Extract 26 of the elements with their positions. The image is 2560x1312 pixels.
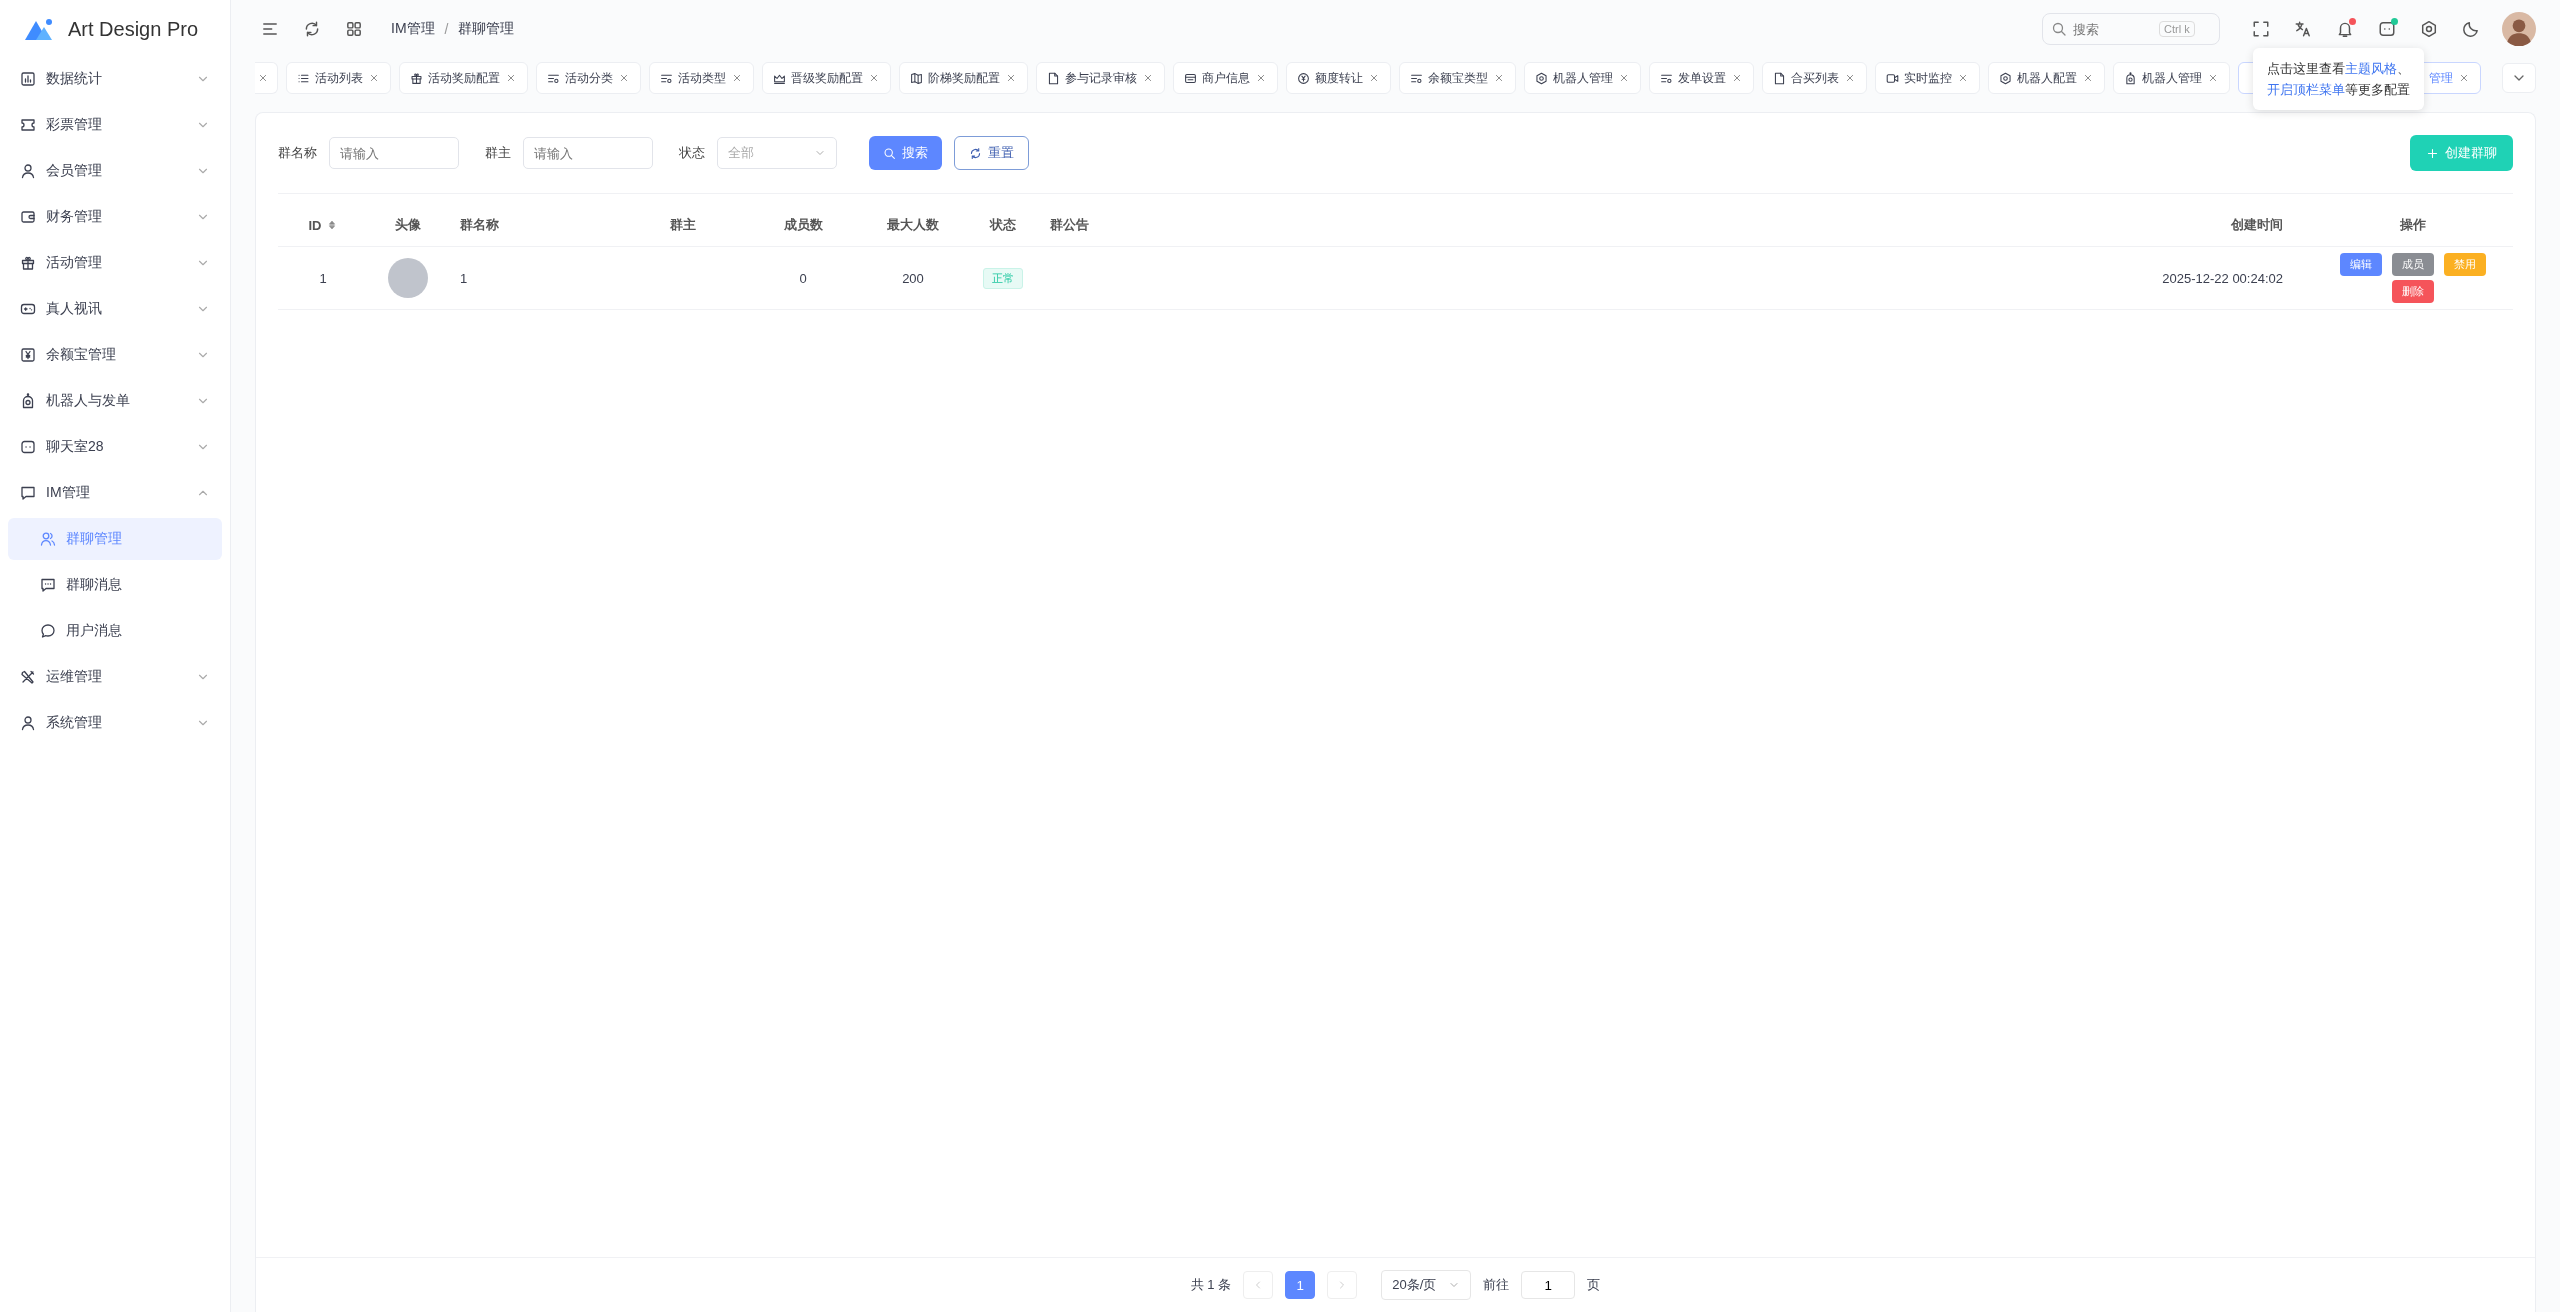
- table-cell: 200: [902, 270, 924, 286]
- column-header: 群名称: [460, 216, 499, 234]
- column-header: 群公告: [1050, 216, 1089, 234]
- table-cell: 1: [460, 270, 468, 286]
- column-header: 操作: [2400, 216, 2426, 234]
- shortcut-key: Ctrl k: [2159, 21, 2195, 37]
- column-header: 最大人数: [887, 216, 939, 234]
- filter-label: 状态: [679, 144, 705, 162]
- table-cell: 1: [319, 270, 327, 286]
- column-header: 创建时间: [2231, 216, 2283, 234]
- table-cell: 2025-12-22 00:24:02: [2162, 270, 2283, 286]
- status-tag: 正常: [983, 267, 1023, 289]
- table-cell: 0: [799, 270, 807, 286]
- app-title: Art Design Pro: [68, 17, 199, 41]
- breadcrumb-separator: /: [444, 21, 449, 37]
- column-header: 群主: [670, 216, 696, 234]
- column-header: 状态: [990, 216, 1016, 234]
- filter-label: 群名称: [278, 144, 317, 162]
- column-header: 头像: [395, 216, 421, 234]
- page-unit-label: 页: [1587, 1276, 1601, 1294]
- tooltip-text: 点击这里查看主题风格、: [2267, 60, 2410, 78]
- filter-label: 群主: [485, 144, 511, 162]
- total-count: 共 1 条: [1190, 1276, 1232, 1294]
- goto-label: 前往: [1483, 1276, 1510, 1294]
- column-header: 成员数: [783, 216, 823, 234]
- tooltip-text: 开启顶栏菜单等更多配置: [2267, 81, 2410, 99]
